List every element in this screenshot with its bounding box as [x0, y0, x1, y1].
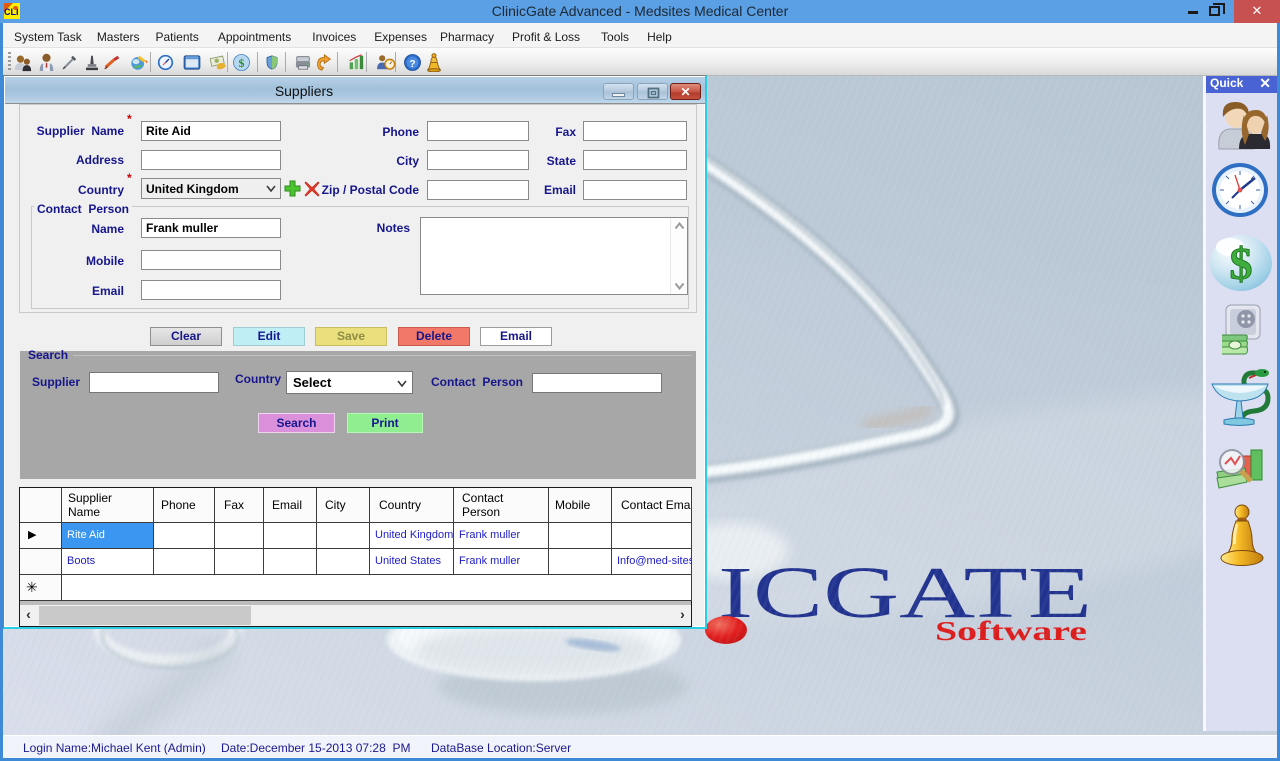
svg-text:$: $ — [239, 56, 245, 70]
svg-text:$: $ — [1230, 238, 1253, 289]
svg-text:?: ? — [409, 59, 415, 70]
